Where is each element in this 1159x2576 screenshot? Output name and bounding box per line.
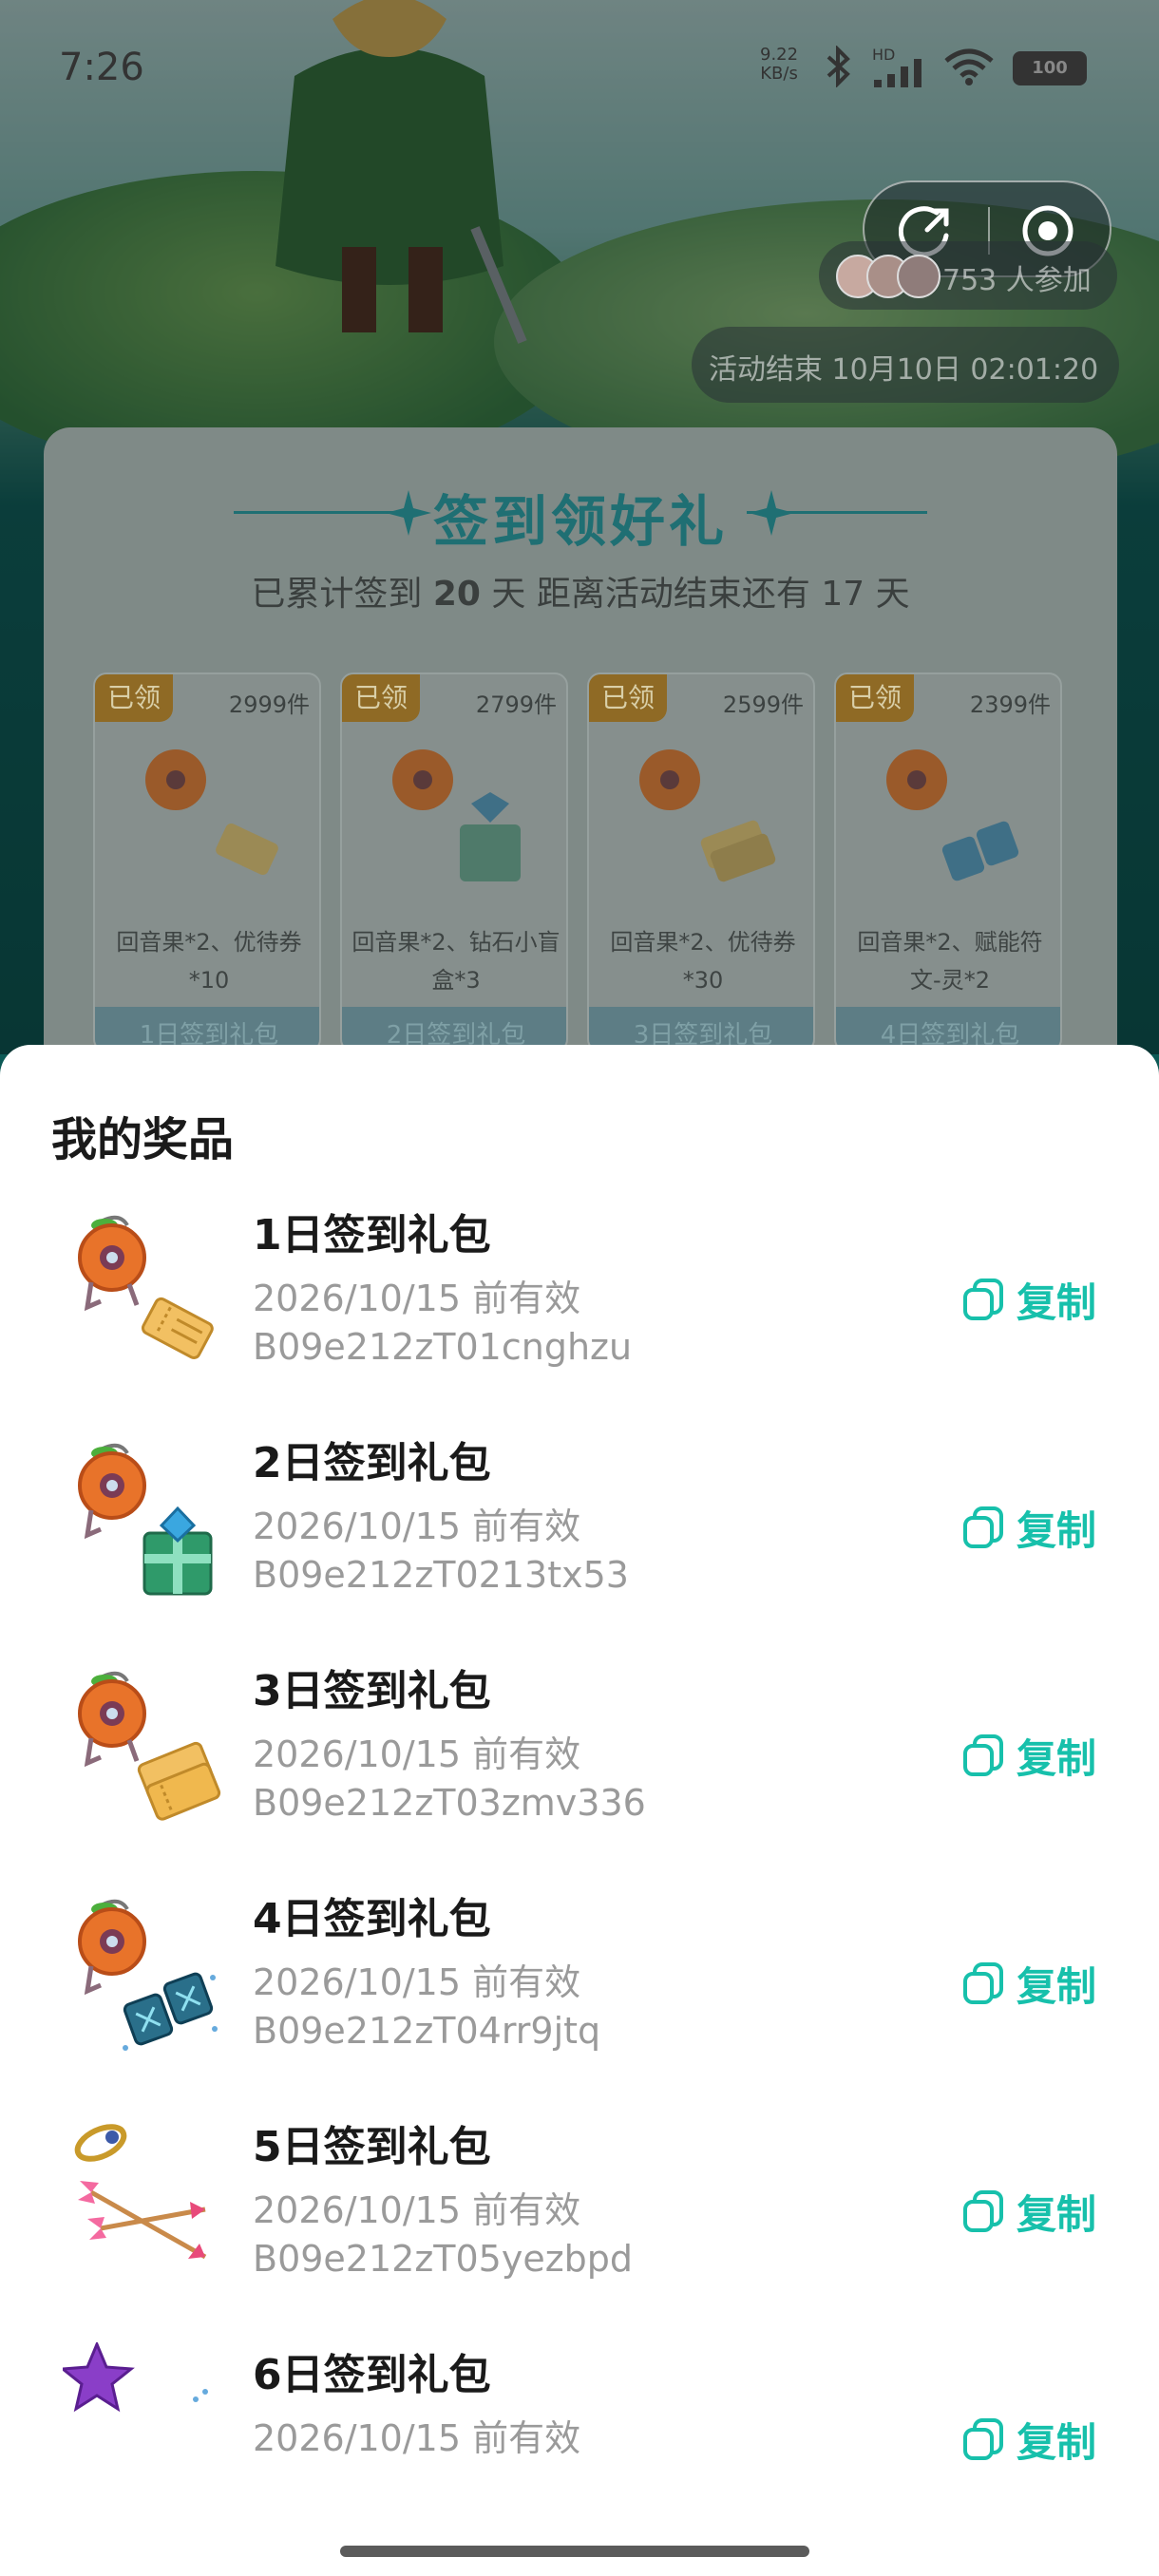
countdown-text: 活动结束 10月10日 02:01:20: [709, 353, 1099, 387]
prize-name: 2日签到礼包: [253, 1439, 491, 1487]
summary-prefix: 已累计签到: [251, 575, 423, 614]
prize-expire: 2026/10/15 前有效: [253, 1506, 581, 1547]
bluetooth-icon: [826, 46, 850, 87]
prize-expire: 2026/10/15 前有效: [253, 2189, 581, 2231]
copy-icon: [963, 1506, 1003, 1548]
title-decoration-line: [747, 511, 927, 514]
apple-giftbox-icon: [392, 749, 521, 881]
gift-description: 回音果*2、优待券*10: [116, 929, 302, 994]
avatar: [897, 255, 940, 298]
gift-description: 回音果*2、赋能符文-灵*2: [857, 929, 1043, 994]
checkin-card: 签到领好礼 已累计签到 20 天 距离活动结束还有 17 天 已领 2999件 …: [44, 427, 1117, 1092]
apple-tickets-icon: [78, 1671, 221, 1821]
days-left: 17: [821, 575, 865, 614]
status-bar: 7:26 9.22 KB/s HD 100: [0, 0, 1159, 133]
summary-mid: 天 距离活动结束还有: [491, 575, 810, 614]
prize-code: B09e212zT03zmv336: [253, 1782, 646, 1824]
claimed-badge: 已领: [342, 674, 420, 722]
copy-label: 复制: [1016, 1279, 1097, 1326]
my-prizes-sheet: 我的奖品 1日签到礼包 2026/10/15 前有效 B09e212zT01cn…: [0, 1045, 1159, 2576]
apple-giftbox-icon: [78, 1443, 213, 1596]
copy-button[interactable]: 复制: [961, 2411, 1096, 2460]
ring-arrows-icon: [74, 2124, 207, 2260]
wifi-icon: [944, 48, 994, 85]
status-time: 7:26: [59, 46, 144, 89]
copy-icon: [963, 1962, 1003, 2004]
prize-code: B09e212zT04rr9jtq: [253, 2010, 601, 2052]
home-indicator[interactable]: [340, 2546, 809, 2557]
days-signed: 20: [432, 575, 481, 614]
copy-label: 复制: [1016, 2418, 1097, 2461]
apple-ticket-icon: [145, 749, 278, 876]
stock-count: 2599件: [722, 691, 804, 718]
participants-count: 753 人参加: [942, 264, 1092, 297]
copy-button[interactable]: 复制: [961, 1727, 1096, 1784]
participants-badge: 753 人参加: [819, 241, 1117, 310]
apple-rune-icon: [78, 1899, 218, 2051]
copy-icon: [963, 2190, 1003, 2232]
copy-button[interactable]: 复制: [961, 1499, 1096, 1556]
gift-card[interactable]: 已领 2999件 回音果*2、优待券*10 1日签到礼包: [93, 672, 321, 1052]
prize-code: B09e212zT0213tx53: [253, 1554, 629, 1596]
prize-expire: 2026/10/15 前有效: [253, 1733, 581, 1775]
gift-description: 回音果*2、钻石小盲盒*3: [352, 929, 560, 994]
apple-tickets-icon: [639, 749, 776, 882]
stock-count: 2799件: [475, 691, 557, 718]
prize-code: B09e212zT01cnghzu: [253, 1326, 633, 1368]
stock-count: 2999件: [228, 691, 310, 718]
prize-item: 3日签到礼包 2026/10/15 前有效 B09e212zT03zmv336 …: [0, 1653, 1159, 1881]
prize-code: B09e212zT05yezbpd: [253, 2238, 634, 2280]
gift-card[interactable]: 已领 2799件 回音果*2、钻石小盲盒*3 2日签到礼包: [340, 672, 568, 1052]
sheet-title: 我的奖品: [51, 1113, 235, 1166]
network-speed: 9.22 KB/s: [760, 46, 798, 84]
claimed-badge: 已领: [589, 674, 667, 722]
copy-label: 复制: [1016, 1506, 1097, 1554]
prize-name: 4日签到礼包: [253, 1895, 491, 1943]
stock-count: 2399件: [969, 691, 1051, 718]
claimed-badge: 已领: [95, 674, 173, 722]
prize-list[interactable]: 1日签到礼包 2026/10/15 前有效 B09e212zT01cnghzu …: [0, 1197, 1159, 2460]
copy-button[interactable]: 复制: [961, 1955, 1096, 2012]
checkin-summary: 已累计签到 20 天 距离活动结束还有 17 天: [44, 566, 1117, 616]
network-speed-value: 9.22: [760, 45, 799, 65]
copy-label: 复制: [1016, 2190, 1097, 2238]
star-gem-icon: [63, 2342, 208, 2413]
claimed-badge: 已领: [836, 674, 914, 722]
summary-suffix: 天: [875, 575, 910, 614]
prize-expire: 2026/10/15 前有效: [253, 1961, 581, 2003]
prize-item: 5日签到礼包 2026/10/15 前有效 B09e212zT05yezbpd …: [0, 2109, 1159, 2337]
network-speed-unit: KB/s: [760, 64, 798, 84]
gift-card[interactable]: 已领 2399件 回音果*2、赋能符文-灵*2 4日签到礼包: [834, 672, 1062, 1052]
apple-rune-icon: [886, 749, 1019, 881]
signal-icon: [874, 59, 922, 87]
copy-icon: [963, 1734, 1003, 1776]
copy-button[interactable]: 复制: [961, 2183, 1096, 2240]
activity-countdown: 活动结束 10月10日 02:01:20: [692, 327, 1119, 403]
copy-label: 复制: [1016, 1734, 1097, 1782]
copy-button[interactable]: 复制: [961, 1271, 1096, 1328]
copy-icon: [963, 1279, 1003, 1320]
copy-icon: [963, 2418, 1003, 2460]
gift-card[interactable]: 已领 2599件 回音果*2、优待券*30 3日签到礼包: [587, 672, 815, 1052]
apple-ticket-icon: [78, 1215, 214, 1360]
prize-name: 5日签到礼包: [253, 2123, 491, 2171]
prize-expire: 2026/10/15 前有效: [253, 1278, 581, 1319]
prize-item: 2日签到礼包 2026/10/15 前有效 B09e212zT0213tx53 …: [0, 1425, 1159, 1653]
gift-description: 回音果*2、优待券*30: [610, 929, 796, 994]
copy-label: 复制: [1016, 1962, 1097, 2010]
prize-expire: 2026/10/15 前有效: [253, 2417, 581, 2459]
prize-item: 6日签到礼包 2026/10/15 前有效 复制: [0, 2337, 1159, 2460]
prize-name: 6日签到礼包: [253, 2351, 491, 2399]
checkin-title: 签到领好礼: [432, 489, 728, 554]
prize-name: 3日签到礼包: [253, 1667, 491, 1715]
prize-name: 1日签到礼包: [253, 1211, 491, 1260]
prize-item: 4日签到礼包 2026/10/15 前有效 B09e212zT04rr9jtq …: [0, 1881, 1159, 2109]
battery-icon: 100: [1013, 51, 1087, 85]
prize-item: 1日签到礼包 2026/10/15 前有效 B09e212zT01cnghzu …: [0, 1197, 1159, 1425]
